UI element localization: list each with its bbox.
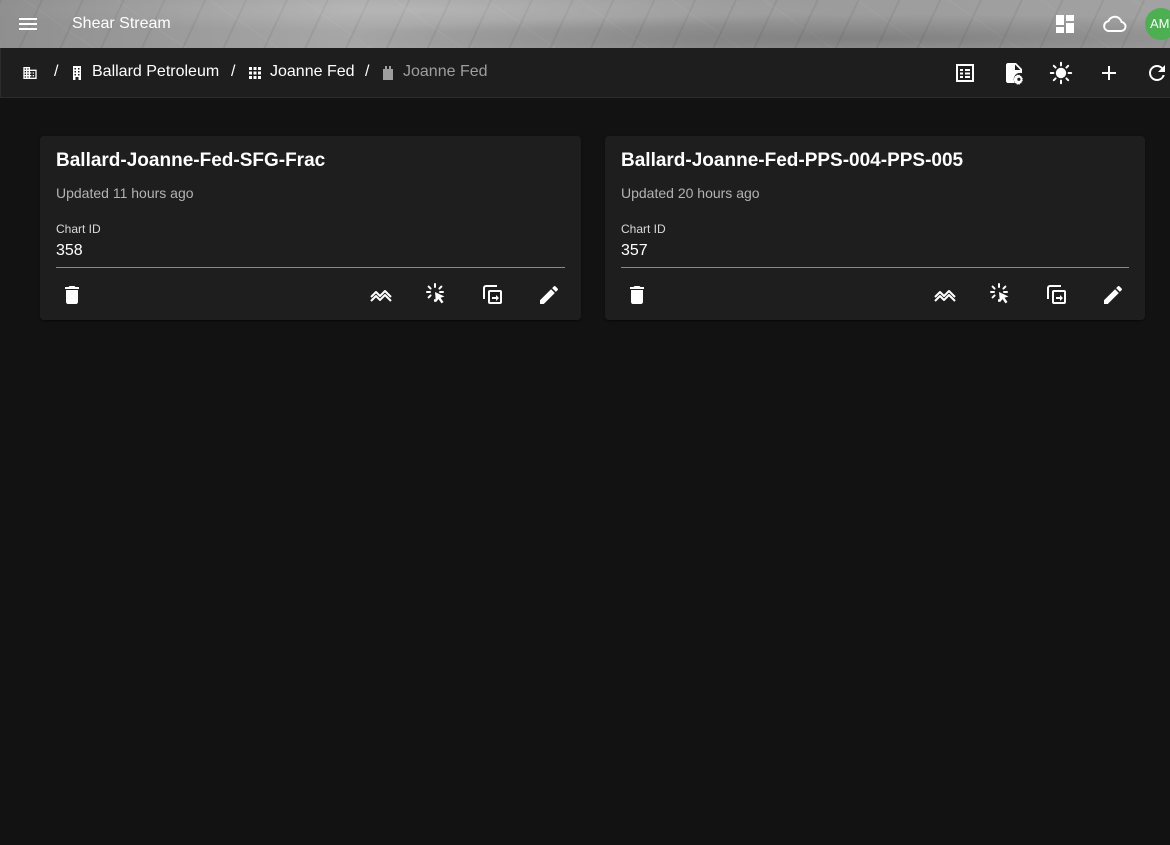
breadcrumb-item-current: Joanne Fed [403,63,488,80]
breadcrumb: / Ballard Petroleum / Joanne Fed / Joann… [0,48,1170,98]
breadcrumb-item-pad[interactable]: Joanne Fed [270,63,355,81]
breadcrumb-item-operator[interactable]: Ballard Petroleum [92,63,219,81]
grid-dots-icon [247,65,263,81]
card-title: Ballard-Joanne-Fed-PPS-004-PPS-005 [621,150,964,171]
chart-line-icon[interactable] [933,283,957,307]
chart-card: Ballard-Joanne-Fed-SFG-Frac Updated 11 h… [40,136,581,320]
delete-icon[interactable] [60,283,84,307]
chart-id-label: Chart ID [621,222,666,236]
edit-icon[interactable] [537,283,561,307]
select-click-icon[interactable] [988,283,1012,307]
chart-id-underline [621,267,1129,268]
chart-id-underline [56,267,565,268]
chart-id-value: 357 [621,242,648,259]
chart-id-label: Chart ID [56,222,101,236]
table-icon[interactable] [953,61,977,85]
brightness-icon[interactable] [1049,61,1073,85]
breadcrumb-separator: / [365,63,370,80]
menu-icon[interactable] [16,12,40,36]
breadcrumb-separator: / [54,63,59,80]
delete-icon[interactable] [625,283,649,307]
card-updated-text: Updated 20 hours ago [621,185,760,201]
company-icon[interactable] [22,65,38,81]
edit-icon[interactable] [1101,283,1125,307]
select-click-icon[interactable] [424,283,448,307]
user-avatar[interactable]: AM [1145,8,1170,40]
app-bar: Shear Stream AM [0,0,1170,48]
chart-line-icon[interactable] [369,283,393,307]
refresh-icon[interactable] [1145,61,1169,85]
breadcrumb-separator: / [231,63,236,80]
add-icon[interactable] [1097,61,1121,85]
file-settings-icon[interactable] [1002,61,1026,85]
chart-card: Ballard-Joanne-Fed-PPS-004-PPS-005 Updat… [605,136,1145,320]
dashboard-icon[interactable] [1053,12,1077,36]
chart-id-value: 358 [56,242,83,259]
copy-icon[interactable] [481,283,505,307]
card-updated-text: Updated 11 hours ago [56,185,194,201]
app-title: Shear Stream [72,15,171,32]
cloud-icon[interactable] [1100,12,1128,36]
copy-icon[interactable] [1045,283,1069,307]
well-icon [380,65,396,81]
building-icon [69,65,85,81]
card-title: Ballard-Joanne-Fed-SFG-Frac [56,150,326,171]
